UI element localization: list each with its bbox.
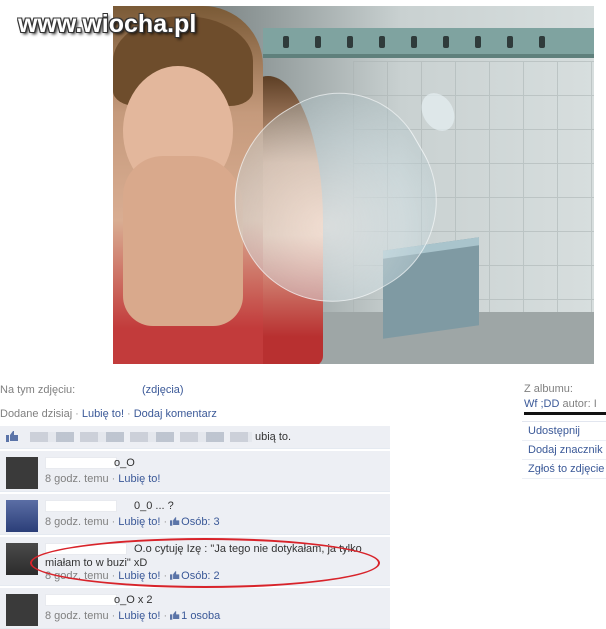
add-tag-link[interactable]: Dodaj znacznik [522, 441, 606, 460]
highlight-ellipse [30, 538, 380, 588]
thumbs-up-icon [170, 517, 180, 526]
photo-image [113, 6, 594, 364]
album-actions: Udostępnij Dodaj znacznik Zgłoś to zdjęc… [522, 421, 606, 479]
share-link[interactable]: Udostępnij [522, 422, 606, 441]
commenter-name-blurred[interactable] [45, 594, 117, 606]
comment-item: o_O x 2 8 godz. temu · Lubię to! · 1 osoba [0, 588, 390, 629]
hook-rail [263, 28, 594, 58]
photo-actions-line: Dodane dzisiaj · Lubię to! · Dodaj komentarz [0, 408, 217, 420]
added-date: Dodane dzisiaj [0, 408, 73, 420]
avatar[interactable] [6, 500, 38, 532]
comment-text: o_O x 2 [114, 594, 153, 606]
thumbs-up-icon [170, 611, 180, 620]
comment-text: 0_0 ... ? [134, 500, 174, 512]
avatar[interactable] [6, 594, 38, 626]
photo-area[interactable]: www.wiocha.pl [0, 0, 606, 364]
commenter-name-blurred[interactable] [45, 500, 117, 512]
comment-item: 0_0 ... ? 8 godz. temu · Lubię to! · Osób: 3 [0, 494, 390, 535]
comment-like-link[interactable]: Lubię to! [118, 516, 160, 528]
thumbs-up-icon [6, 431, 18, 442]
album-name-link[interactable]: Wf ;DD [524, 398, 559, 410]
comment-like-link[interactable]: Lubię to! [118, 610, 160, 622]
comment-like-link[interactable]: Lubię to! [118, 473, 160, 485]
comment-time: 8 godz. temu [45, 610, 109, 622]
likes-summary: ubią to. [0, 426, 390, 449]
commenter-name-blurred[interactable] [45, 457, 117, 469]
add-comment-link[interactable]: Dodaj komentarz [134, 408, 217, 420]
comment-meta: 8 godz. temu · Lubię to! [45, 473, 161, 485]
liker-names-blurred [30, 432, 252, 442]
photo-tag-link[interactable]: (zdjęcia) [142, 384, 184, 396]
comment-like-count[interactable]: 1 osoba [181, 610, 220, 622]
album-box: Z albumu: Wf ;DD autor: I [524, 383, 606, 415]
comment-like-count[interactable]: Osób: 3 [181, 516, 220, 528]
report-photo-link[interactable]: Zgłoś to zdjęcie [522, 460, 606, 479]
comment-item: o_O 8 godz. temu · Lubię to! [0, 451, 390, 492]
album-author-label: autor: I [562, 398, 597, 410]
album-from-label: Z albumu: [524, 383, 573, 395]
comment-time: 8 godz. temu [45, 473, 109, 485]
avatar[interactable] [6, 457, 38, 489]
comment-text: o_O [114, 457, 135, 469]
watermark: www.wiocha.pl [18, 10, 197, 38]
comment-meta: 8 godz. temu · Lubię to! · Osób: 3 [45, 516, 220, 528]
like-link[interactable]: Lubię to! [82, 408, 124, 420]
comment-meta: 8 godz. temu · Lubię to! · 1 osoba [45, 610, 221, 622]
likes-text: ubią to. [255, 431, 292, 443]
comments-section: ubią to. o_O 8 godz. temu · Lubię to! 0_0 … [0, 426, 390, 629]
comment-time: 8 godz. temu [45, 516, 109, 528]
on-photo-label: Na tym zdjęciu: [0, 384, 76, 396]
